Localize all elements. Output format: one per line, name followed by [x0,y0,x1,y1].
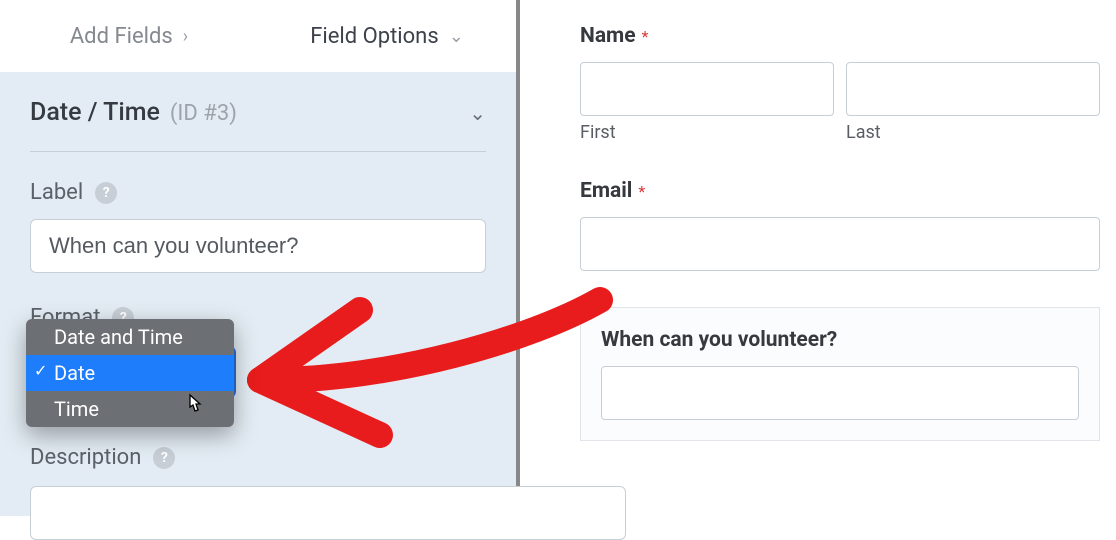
first-name-input[interactable] [580,62,834,116]
help-icon[interactable]: ? [153,447,175,469]
annotation-arrow-icon [230,270,630,460]
dropdown-option-date-and-time[interactable]: Date and Time [26,319,234,355]
required-marker: * [638,182,645,201]
tab-label: Field Options [310,24,438,49]
dropdown-option-date[interactable]: Date [26,355,234,391]
tabs: Add Fields › Field Options ⌄ [0,0,516,72]
email-label-row: Email * [580,179,1100,203]
required-marker: * [642,27,649,46]
date-field-label: When can you volunteer? [601,328,837,352]
section-title-wrap: Date / Time (ID #3) [30,98,237,127]
label-row: Label ? [30,180,486,205]
last-name-input[interactable] [846,62,1100,116]
section-header[interactable]: Date / Time (ID #3) ⌄ [30,98,486,152]
last-sublabel: Last [846,122,1100,143]
left-panel: Add Fields › Field Options ⌄ Date / Time… [0,0,520,516]
description-input[interactable] [30,486,626,540]
name-label-row: Name * [580,24,1100,48]
label-text: Label [30,180,83,205]
section-title: Date / Time [30,98,160,127]
tab-add-fields[interactable]: Add Fields › [0,0,258,72]
app-root: Add Fields › Field Options ⌄ Date / Time… [0,0,1116,516]
help-icon[interactable]: ? [95,182,117,204]
last-name-col: Last [846,62,1100,143]
label-input[interactable] [30,219,486,273]
description-row: Description ? [30,445,175,470]
name-group: Name * First Last [580,24,1100,143]
date-field-group: When can you volunteer? [580,307,1100,441]
email-group: Email * [580,179,1100,271]
first-sublabel: First [580,122,834,143]
first-name-col: First [580,62,834,143]
date-input[interactable] [601,366,1079,420]
chevron-down-icon: ⌄ [449,26,464,47]
name-inputs: First Last [580,62,1100,143]
tab-field-options[interactable]: Field Options ⌄ [258,0,516,72]
description-text: Description [30,445,141,470]
email-input[interactable] [580,217,1100,271]
chevron-right-icon: › [183,26,188,47]
chevron-down-icon: ⌄ [469,101,486,125]
cursor-pointer-icon [184,393,204,417]
name-label: Name [580,24,636,48]
email-label: Email [580,179,632,203]
tab-label: Add Fields [70,24,173,49]
section-id: (ID #3) [170,101,237,126]
